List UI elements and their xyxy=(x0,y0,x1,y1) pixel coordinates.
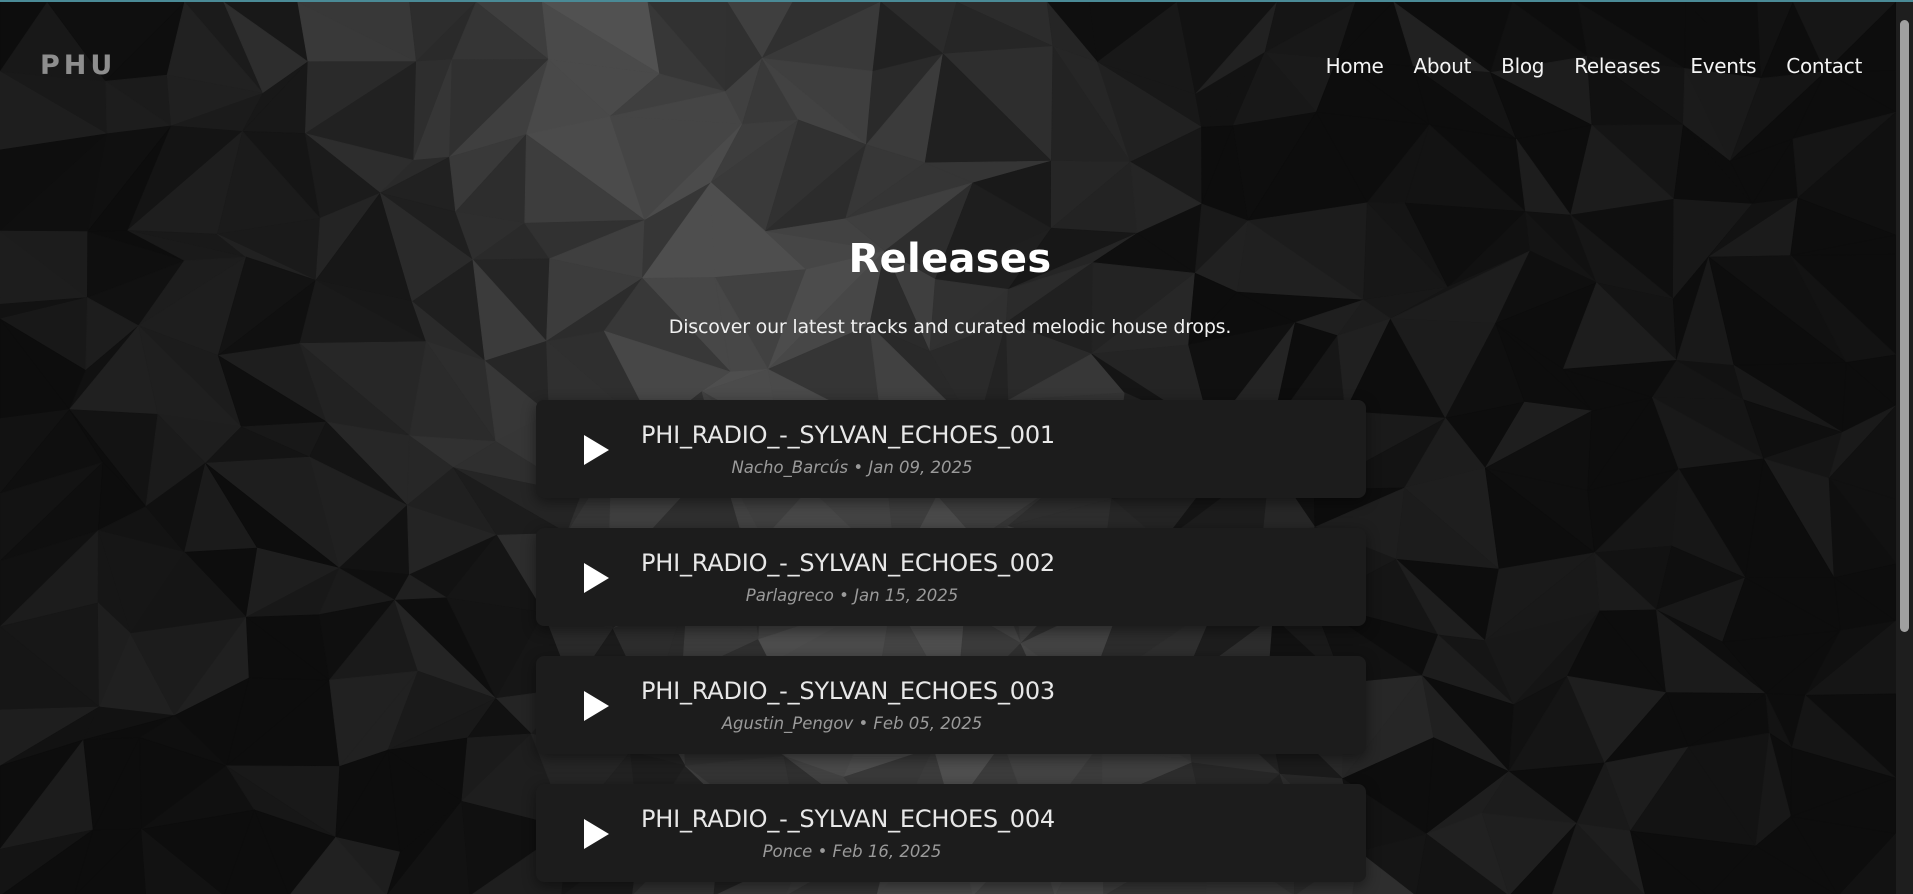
play-icon xyxy=(584,691,609,721)
release-title: PHI_RADIO_-_SYLVAN_ECHOES_002 xyxy=(641,549,1055,577)
play-button[interactable] xyxy=(576,686,616,726)
play-icon xyxy=(584,563,609,593)
page-title: Releases xyxy=(848,236,1052,282)
release-card[interactable]: PHI_RADIO_-_SYLVAN_ECHOES_002 Parlagreco… xyxy=(536,528,1366,626)
nav-blog[interactable]: Blog xyxy=(1501,54,1544,78)
nav-events[interactable]: Events xyxy=(1690,54,1756,78)
nav-releases[interactable]: Releases xyxy=(1574,54,1660,78)
nav-home[interactable]: Home xyxy=(1326,54,1384,78)
release-meta: Parlagreco • Jan 15, 2025 xyxy=(745,586,959,605)
play-icon xyxy=(584,819,609,849)
scrollbar[interactable] xyxy=(1896,2,1913,894)
scrollbar-thumb[interactable] xyxy=(1900,20,1909,632)
page-subtitle: Discover our latest tracks and curated m… xyxy=(668,316,1232,338)
release-title: PHI_RADIO_-_SYLVAN_ECHOES_003 xyxy=(641,677,1055,705)
release-card[interactable]: PHI_RADIO_-_SYLVAN_ECHOES_001 Nacho_Barc… xyxy=(536,400,1366,498)
release-title: PHI_RADIO_-_SYLVAN_ECHOES_001 xyxy=(641,421,1055,449)
main-nav: Home About Blog Releases Events Contact xyxy=(1326,54,1863,78)
releases-list: PHI_RADIO_-_SYLVAN_ECHOES_001 Nacho_Barc… xyxy=(536,400,1366,894)
play-button[interactable] xyxy=(576,430,616,470)
play-button[interactable] xyxy=(576,558,616,598)
page: PHU Home About Blog Releases Events Cont… xyxy=(0,0,1913,894)
hero-section: Releases Discover our latest tracks and … xyxy=(0,236,1900,338)
nav-about[interactable]: About xyxy=(1414,54,1472,78)
release-card[interactable]: PHI_RADIO_-_SYLVAN_ECHOES_004 Ponce • Fe… xyxy=(536,784,1366,882)
release-title: PHI_RADIO_-_SYLVAN_ECHOES_004 xyxy=(641,805,1055,833)
play-icon xyxy=(584,435,609,465)
play-button[interactable] xyxy=(576,814,616,854)
nav-contact[interactable]: Contact xyxy=(1786,54,1862,78)
release-meta: Nacho_Barcús • Jan 09, 2025 xyxy=(731,458,973,477)
site-logo[interactable]: PHU xyxy=(40,50,116,81)
site-header: PHU Home About Blog Releases Events Cont… xyxy=(0,2,1896,132)
release-card[interactable]: PHI_RADIO_-_SYLVAN_ECHOES_003 Agustin_Pe… xyxy=(536,656,1366,754)
release-meta: Agustin_Pengov • Feb 05, 2025 xyxy=(721,714,983,733)
release-meta: Ponce • Feb 16, 2025 xyxy=(762,842,942,861)
